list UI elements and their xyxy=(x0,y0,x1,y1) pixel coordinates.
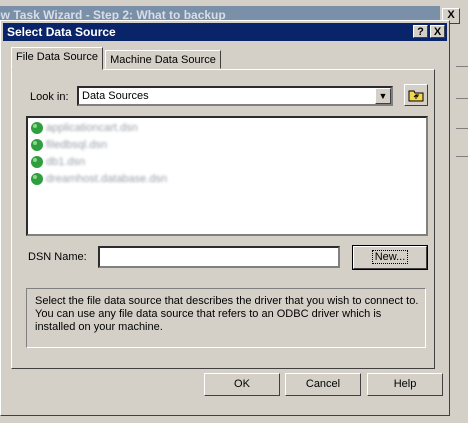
dsn-name-label: DSN Name: xyxy=(28,251,87,263)
new-button[interactable]: New... xyxy=(352,245,428,270)
dsn-name-input[interactable] xyxy=(98,246,340,268)
list-item[interactable]: filedbsql.dsn xyxy=(30,137,210,154)
close-title-button[interactable]: X xyxy=(430,25,445,38)
background-edge-control xyxy=(456,98,468,115)
list-item-label: db1.dsn xyxy=(46,156,86,168)
help-title-button[interactable]: ? xyxy=(413,25,428,38)
list-item-label: filedbsql.dsn xyxy=(46,139,108,151)
database-icon xyxy=(31,122,43,134)
tab-file-data-source[interactable]: File Data Source xyxy=(11,47,103,70)
close-icon: X xyxy=(433,26,442,38)
dialog-titlebar: Select Data Source ? X xyxy=(3,23,447,41)
new-button-label: New... xyxy=(371,250,409,264)
look-in-value: Data Sources xyxy=(82,90,149,102)
list-item-label: dreamhost.database.dsn xyxy=(46,173,168,185)
tab-machine-data-source[interactable]: Machine Data Source xyxy=(105,50,221,69)
tab-label: File Data Source xyxy=(16,51,98,63)
background-edge-control xyxy=(456,128,468,145)
database-icon xyxy=(31,156,43,168)
background-edge-control xyxy=(456,66,468,83)
database-icon xyxy=(31,139,43,151)
tab-label: Machine Data Source xyxy=(110,54,216,66)
cancel-button[interactable]: Cancel xyxy=(285,373,361,396)
list-item[interactable]: db1.dsn xyxy=(30,154,210,171)
look-in-dropdown[interactable]: Data Sources ▼ xyxy=(77,86,393,106)
cancel-button-label: Cancel xyxy=(305,378,341,390)
help-button-label: Help xyxy=(393,378,417,390)
question-icon: ? xyxy=(417,26,424,38)
database-icon xyxy=(31,173,43,185)
chevron-down-icon[interactable]: ▼ xyxy=(375,88,391,104)
data-source-list[interactable]: applicationcart.dsn filedbsql.dsn db1.ds… xyxy=(26,116,428,236)
description-text: Select the file data source that describ… xyxy=(35,295,419,333)
ok-button-label: OK xyxy=(234,378,250,390)
background-edge-control xyxy=(456,156,468,173)
list-item[interactable]: dreamhost.database.dsn xyxy=(30,171,210,188)
dialog-title: Select Data Source xyxy=(7,25,116,39)
up-one-level-button[interactable] xyxy=(404,84,428,106)
help-button[interactable]: Help xyxy=(367,373,443,396)
ok-button[interactable]: OK xyxy=(204,373,280,396)
list-item-label: applicationcart.dsn xyxy=(46,122,138,134)
description-group: Select the file data source that describ… xyxy=(26,288,426,348)
look-in-label: Look in: xyxy=(30,91,69,103)
folder-up-icon xyxy=(408,90,424,102)
list-item[interactable]: applicationcart.dsn xyxy=(30,120,210,137)
